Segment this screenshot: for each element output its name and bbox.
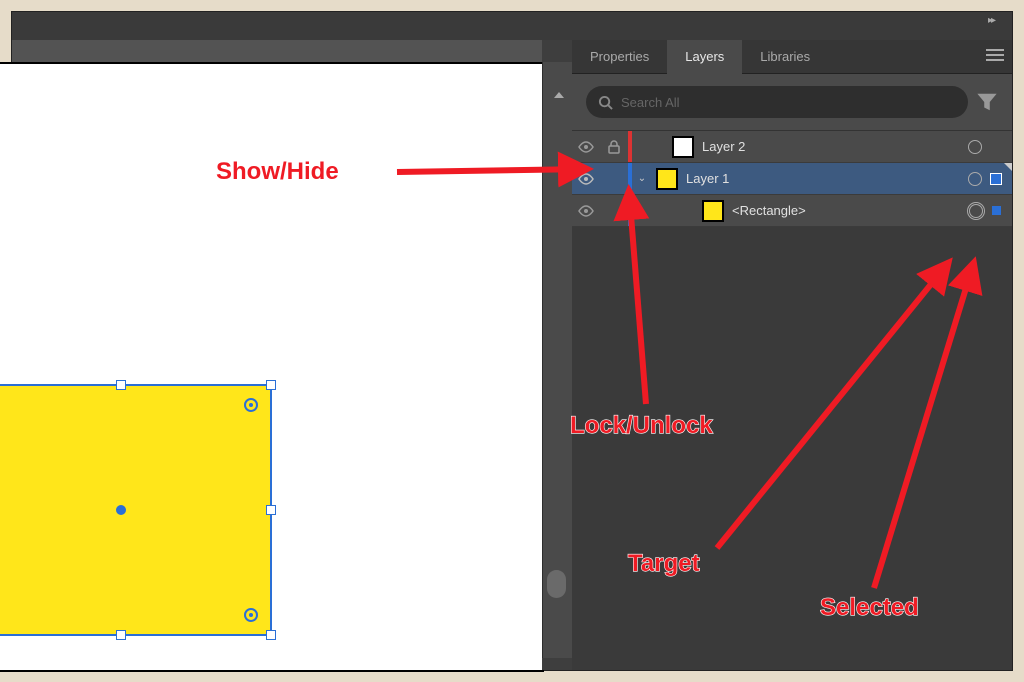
layers-panel: Properties Layers Libraries (572, 40, 1012, 670)
target-button[interactable] (968, 172, 982, 186)
search-input[interactable] (621, 95, 956, 110)
layer-content: <Rectangle> (632, 200, 969, 222)
scroll-up-icon[interactable] (554, 92, 564, 98)
selection-handle[interactable] (116, 380, 126, 390)
selection-indicator[interactable] (990, 173, 1002, 185)
search-icon (598, 95, 613, 110)
target-button[interactable] (968, 140, 982, 154)
eye-icon (578, 141, 594, 153)
rectangle-shape[interactable] (0, 384, 272, 636)
selection-indicator[interactable] (990, 141, 1002, 153)
layer-trailing (969, 204, 1012, 218)
tab-properties[interactable]: Properties (572, 40, 667, 74)
panel-expand-icon[interactable]: ▸▸ (988, 15, 1004, 27)
layer-content: ▶ Layer 2 (632, 136, 968, 158)
eye-icon (578, 173, 594, 185)
target-button[interactable] (969, 204, 983, 218)
artboard[interactable] (0, 62, 544, 672)
eye-icon (578, 205, 594, 217)
layer-row[interactable]: <Rectangle> (572, 195, 1012, 227)
selection-handle[interactable] (266, 630, 276, 640)
panel-tabs: Properties Layers Libraries (572, 40, 1012, 74)
selection-handle[interactable] (266, 380, 276, 390)
panel-menu-icon[interactable] (986, 49, 1004, 61)
layer-content: ⌄ Layer 1 (632, 168, 968, 190)
selection-handle[interactable] (116, 630, 126, 640)
chevron-down-icon[interactable]: ⌄ (636, 173, 648, 184)
tab-libraries[interactable]: Libraries (742, 40, 828, 74)
scroll-track (542, 62, 572, 658)
layer-name-label: <Rectangle> (732, 203, 806, 218)
tab-layers[interactable]: Layers (667, 40, 742, 74)
layer-search-row (572, 74, 1012, 130)
center-point-icon[interactable] (116, 505, 126, 515)
layer-thumbnail (656, 168, 678, 190)
canvas-pane (12, 40, 542, 670)
live-corner-widget-icon[interactable] (244, 398, 258, 412)
current-layer-corner-icon (1004, 163, 1012, 171)
layer-trailing (968, 140, 1012, 154)
live-corner-widget-icon[interactable] (244, 608, 258, 622)
layer-row[interactable]: ⌄ Layer 1 (572, 163, 1012, 195)
search-input-wrapper[interactable] (586, 86, 968, 118)
lock-toggle[interactable] (600, 140, 628, 154)
layer-thumbnail (702, 200, 724, 222)
filter-icon[interactable] (976, 91, 998, 113)
vertical-scrollbar[interactable] (542, 40, 572, 670)
app-frame: ▸▸ Properties Laye (12, 12, 1012, 670)
layer-name-label: Layer 2 (702, 139, 745, 154)
layer-thumbnail (672, 136, 694, 158)
selection-indicator[interactable] (992, 206, 1001, 215)
visibility-toggle[interactable] (572, 141, 600, 153)
layer-list: ▶ Layer 2 ⌄ (572, 130, 1012, 227)
lock-icon (608, 140, 620, 154)
scroll-thumb[interactable] (547, 570, 566, 598)
layer-name-label: Layer 1 (686, 171, 729, 186)
visibility-toggle[interactable] (572, 173, 600, 185)
layer-row[interactable]: ▶ Layer 2 (572, 131, 1012, 163)
selection-handle[interactable] (266, 505, 276, 515)
visibility-toggle[interactable] (572, 205, 600, 217)
layer-trailing (968, 172, 1012, 186)
